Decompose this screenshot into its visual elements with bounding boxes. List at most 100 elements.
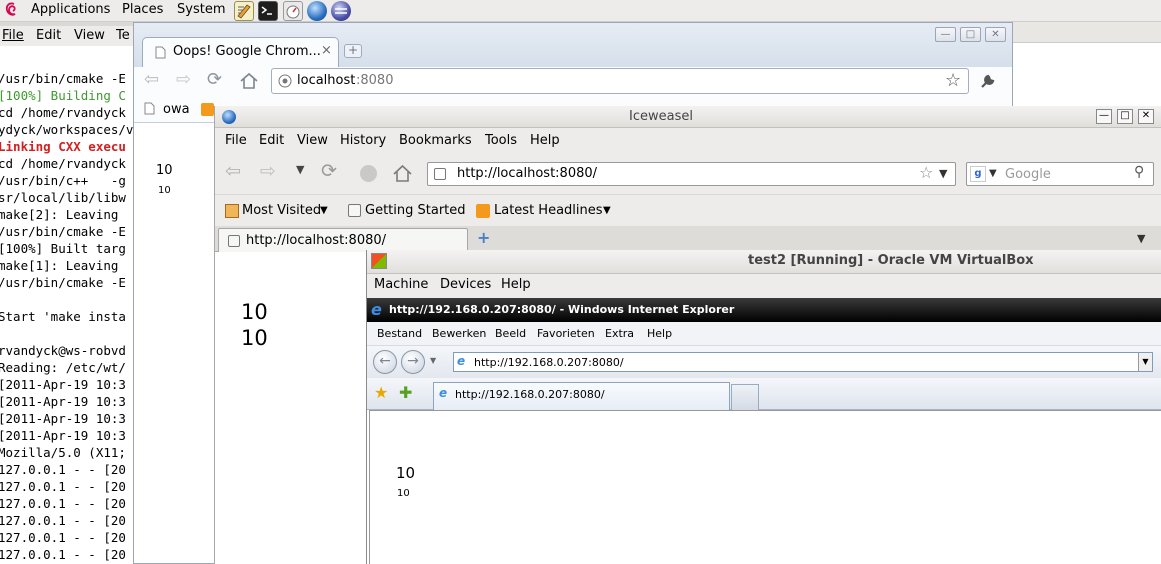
chrome-reload-icon[interactable]: ⟳ bbox=[207, 69, 222, 90]
ie-tab-row: ★ ✚ e http://192.168.0.207:8080/ bbox=[367, 378, 1161, 410]
terminal-window[interactable]: /usr/bin/cmake -E [100%] Building C cd /ho… bbox=[0, 22, 134, 564]
chrome-star-icon[interactable]: ☆ bbox=[945, 70, 961, 91]
terminal-menu-view[interactable]: View bbox=[74, 28, 105, 43]
iceweasel-reload-icon[interactable]: ⟳ bbox=[321, 160, 337, 182]
terminal-line: make[1]: Leaving bbox=[0, 258, 119, 273]
debian-logo-icon[interactable] bbox=[5, 2, 19, 19]
terminal-line: [2011-Apr-19 10:3 bbox=[0, 411, 126, 426]
iceweasel-back-icon[interactable]: ⇦ bbox=[225, 160, 241, 182]
iceweasel-site-identity-icon[interactable] bbox=[434, 168, 446, 180]
iceweasel-bookmark-star-icon[interactable]: ☆ bbox=[919, 163, 933, 182]
bookmark-getting-started[interactable]: Getting Started bbox=[365, 203, 466, 218]
virtualbox-menu-machine[interactable]: Machine bbox=[374, 277, 428, 292]
iceweasel-home-icon[interactable] bbox=[392, 164, 413, 183]
iceweasel-minimize-button[interactable]: — bbox=[1096, 109, 1112, 124]
most-visited-dropdown-icon[interactable]: ▼ bbox=[320, 205, 328, 216]
ie-content[interactable]: 10 10 bbox=[369, 410, 1161, 564]
ie-history-dropdown-icon[interactable]: ▼ bbox=[430, 356, 436, 365]
virtualbox-titlebar[interactable]: test2 [Running] - Oracle VM VirtualBox bbox=[367, 250, 1161, 274]
bookmark-most-visited[interactable]: Most Visited bbox=[242, 203, 321, 218]
iceweasel-titlebar[interactable]: Iceweasel — □ ✕ bbox=[215, 106, 1161, 128]
iceweasel-url-dropdown-icon[interactable]: ▼ bbox=[939, 167, 947, 180]
ie-address-bar[interactable]: e http://192.168.0.207:8080/ ▼ bbox=[453, 352, 1153, 372]
latest-headlines-dropdown-icon[interactable]: ▼ bbox=[603, 205, 611, 216]
iceweasel-tab-icon bbox=[228, 235, 240, 247]
iceweasel-menu-file[interactable]: File bbox=[225, 133, 247, 148]
system-menu[interactable]: System bbox=[177, 2, 225, 17]
ie-menu-favorieten[interactable]: Favorieten bbox=[537, 327, 595, 340]
ie-add-favorite-icon[interactable]: ✚ bbox=[399, 383, 412, 402]
chrome-omnibox[interactable]: localhost :8080 ☆ bbox=[271, 68, 969, 94]
ie-new-tab-button[interactable] bbox=[731, 384, 759, 410]
chrome-forward-icon[interactable]: ⇨ bbox=[176, 69, 191, 90]
iceweasel-content-value-2: 10 bbox=[241, 326, 268, 350]
ie-back-button[interactable]: ← bbox=[373, 350, 397, 374]
iceweasel-search-box[interactable]: g ▼ Google ⚲ bbox=[966, 162, 1154, 186]
iceweasel-menu-view[interactable]: View bbox=[297, 133, 328, 148]
iceweasel-stop-icon[interactable] bbox=[360, 165, 377, 182]
virtualbox-menu-help[interactable]: Help bbox=[501, 277, 531, 292]
eclipse-launcher-icon[interactable] bbox=[331, 1, 351, 21]
terminal-line: 127.0.0.1 - - [20 bbox=[0, 530, 126, 545]
virtualbox-window[interactable]: test2 [Running] - Oracle VM VirtualBox M… bbox=[366, 250, 1161, 564]
chrome-minimize-button[interactable]: — bbox=[935, 27, 956, 42]
chrome-new-tab-button[interactable]: + bbox=[344, 44, 362, 58]
virtualbox-menu-devices[interactable]: Devices bbox=[440, 277, 491, 292]
chrome-back-icon[interactable]: ⇦ bbox=[144, 69, 159, 90]
applications-menu[interactable]: Applications bbox=[31, 2, 110, 17]
terminal-line: [2011-Apr-19 10:3 bbox=[0, 377, 126, 392]
terminal-menu-file[interactable]: File bbox=[2, 28, 24, 43]
ie-favorites-star-icon[interactable]: ★ bbox=[374, 383, 388, 402]
iceweasel-forward-icon[interactable]: ⇨ bbox=[260, 160, 276, 182]
bookmark-feed-icon[interactable] bbox=[201, 103, 214, 116]
bookmark-latest-headlines[interactable]: Latest Headlines bbox=[494, 203, 603, 218]
terminal-line: /usr/bin/cmake -E bbox=[0, 224, 126, 239]
terminal-launcher-icon[interactable] bbox=[258, 1, 278, 21]
chrome-tab-close-icon[interactable]: × bbox=[321, 43, 332, 58]
iceweasel-new-tab-button[interactable]: + bbox=[477, 228, 490, 247]
iceweasel-tab[interactable]: http://localhost:8080/ bbox=[218, 228, 468, 252]
ie-menu-extra[interactable]: Extra bbox=[605, 327, 634, 340]
background-window-titlebar bbox=[1013, 22, 1161, 43]
iceweasel-close-button[interactable]: ✕ bbox=[1138, 109, 1154, 124]
terminal-menu-edit[interactable]: Edit bbox=[36, 28, 61, 43]
iceweasel-launcher-icon[interactable] bbox=[307, 1, 327, 21]
chrome-wrench-icon[interactable] bbox=[979, 72, 997, 90]
ie-menu-bestand[interactable]: Bestand bbox=[377, 327, 422, 340]
text-editor-launcher-icon[interactable] bbox=[234, 1, 254, 21]
iceweasel-menu-bookmarks[interactable]: Bookmarks bbox=[399, 133, 472, 148]
ie-titlebar[interactable]: e http://192.168.0.207:8080/ - Windows I… bbox=[367, 298, 1161, 322]
iceweasel-menu-help[interactable]: Help bbox=[530, 133, 560, 148]
iceweasel-url-bar[interactable]: http://localhost:8080/ ☆ ▼ bbox=[427, 162, 956, 186]
iceweasel-maximize-button[interactable]: □ bbox=[1117, 109, 1133, 124]
iceweasel-tab-list-icon[interactable]: ▼ bbox=[1137, 232, 1145, 245]
places-menu[interactable]: Places bbox=[122, 2, 163, 17]
ie-menu-bewerken[interactable]: Bewerken bbox=[432, 327, 486, 340]
terminal-line: cd /home/rvandyck bbox=[0, 105, 126, 120]
iceweasel-menu-tools[interactable]: Tools bbox=[485, 133, 517, 148]
chrome-home-icon[interactable] bbox=[239, 72, 259, 90]
terminal-menu-terminal[interactable]: Te bbox=[116, 28, 130, 43]
iceweasel-menu-edit[interactable]: Edit bbox=[259, 133, 284, 148]
iceweasel-menu-history[interactable]: History bbox=[340, 133, 386, 148]
google-engine-icon[interactable]: g bbox=[970, 166, 986, 182]
chrome-close-button[interactable]: ✕ bbox=[985, 27, 1006, 42]
ie-forward-button[interactable]: → bbox=[401, 350, 425, 374]
chrome-maximize-button[interactable]: □ bbox=[960, 27, 981, 42]
ie-tab[interactable]: e http://192.168.0.207:8080/ bbox=[433, 382, 730, 410]
iceweasel-search-icon[interactable]: ⚲ bbox=[1134, 164, 1144, 180]
terminal-line: 127.0.0.1 - - [20 bbox=[0, 513, 126, 528]
chrome-tab[interactable]: Oops! Google Chrom... × bbox=[142, 37, 339, 67]
ie-menu-help[interactable]: Help bbox=[647, 327, 672, 340]
network-launcher-icon[interactable] bbox=[283, 1, 303, 21]
terminal-line: [100%] Built targ bbox=[0, 241, 126, 256]
ie-content-value-1: 10 bbox=[396, 464, 416, 482]
iceweasel-history-dropdown-icon[interactable]: ▼ bbox=[296, 163, 304, 176]
chrome-bookmark-owa[interactable]: owa bbox=[163, 102, 190, 117]
iceweasel-title: Iceweasel bbox=[629, 109, 693, 124]
iceweasel-search-placeholder: Google bbox=[1005, 167, 1051, 182]
ie-menu-beeld[interactable]: Beeld bbox=[495, 327, 526, 340]
search-engine-dropdown-icon[interactable]: ▼ bbox=[989, 168, 997, 179]
ie-address-dropdown-icon[interactable]: ▼ bbox=[1138, 353, 1152, 371]
terminal-output[interactable]: /usr/bin/cmake -E [100%] Building C cd /ho… bbox=[0, 70, 133, 564]
